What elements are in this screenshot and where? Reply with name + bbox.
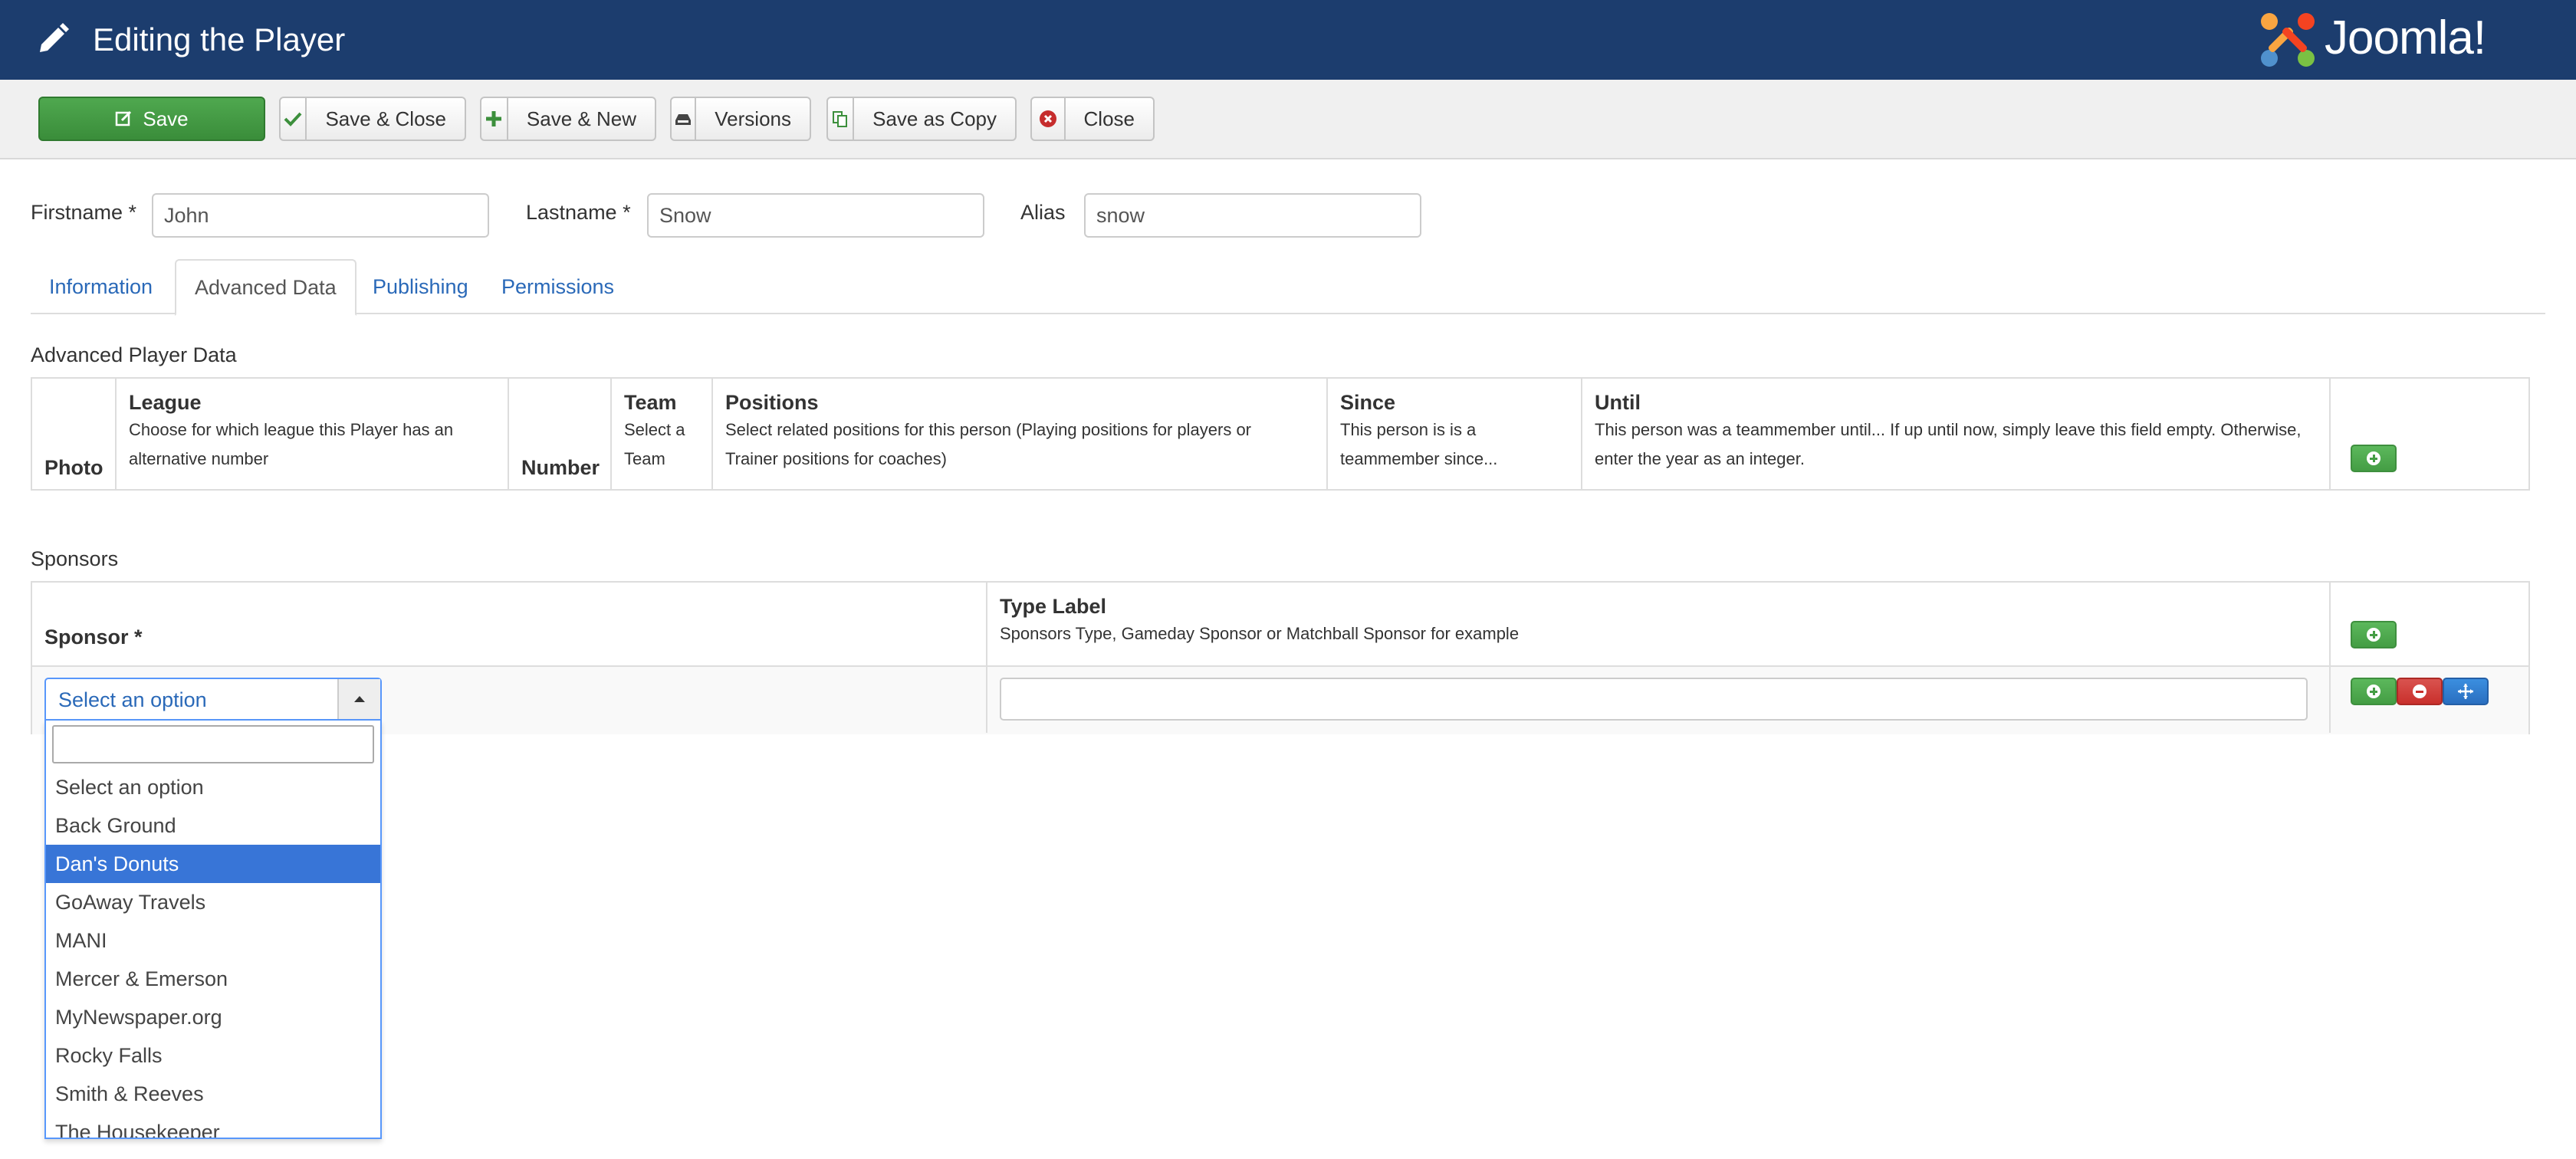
sponsor-option[interactable]: MyNewspaper.org [46,998,380,1036]
close-circle-icon [1032,98,1066,140]
sponsor-option[interactable]: Mercer & Emerson [46,960,380,998]
edit-square-icon [116,110,132,126]
positions-column: Positions Select related positions for t… [713,379,1328,489]
sponsor-actions-column [2331,583,2528,733]
advanced-data-table: Photo League Choose for which league thi… [31,377,2530,491]
minus-circle-icon [2413,685,2426,698]
sponsor-dropdown: Select an option Back Ground Dan's Donut… [44,721,382,1139]
save-close-button[interactable]: Save & Close [279,97,466,141]
joomla-logo: Joomla! [2257,9,2541,71]
sponsor-option[interactable]: The Housekeeper [46,1113,380,1138]
tab-publishing[interactable]: Publishing [354,259,487,314]
copy-icon [828,98,855,140]
advanced-data-title: Advanced Player Data [31,343,237,366]
sponsor-select-value: Select an option [58,688,207,711]
plus-circle-icon [2367,628,2380,642]
archive-icon [672,98,697,140]
advanced-actions-column [2331,379,2528,489]
save-as-copy-button[interactable]: Save as Copy [826,97,1017,141]
sponsor-option-highlighted[interactable]: Dan's Donuts [46,845,380,883]
chevron-up-icon[interactable] [337,679,380,719]
tab-information[interactable]: Information [31,259,171,314]
alias-field[interactable]: snow [1084,193,1421,238]
alias-label: Alias [1020,201,1066,224]
remove-sponsor-row-button[interactable] [2397,678,2443,705]
sponsor-option[interactable]: GoAway Travels [46,883,380,921]
since-column: Since This person is is a teammember sin… [1328,379,1582,489]
add-sponsor-row-button[interactable] [2351,678,2397,705]
move-sponsor-row-button[interactable] [2443,678,2489,705]
league-column: League Choose for which league this Play… [117,379,509,489]
sponsor-option-list: Select an option Back Ground Dan's Donut… [46,768,380,1138]
until-column: Until This person was a teammember until… [1582,379,2331,489]
lastname-label: Lastname * [526,201,631,224]
add-advanced-row-button[interactable] [2351,445,2397,472]
team-column: Team Select a Team [612,379,713,489]
sponsor-option[interactable]: MANI [46,921,380,960]
plus-icon [481,98,508,140]
versions-button[interactable]: Versions [670,97,811,141]
add-sponsor-button[interactable] [2351,621,2397,648]
move-icon [2458,684,2473,699]
sponsor-select[interactable]: Select an option [44,678,382,721]
plus-circle-icon [2367,451,2380,465]
sponsor-option[interactable]: Select an option [46,768,380,806]
tab-bar: Information Advanced Data Publishing Per… [31,259,2545,316]
number-column: Number [509,379,612,489]
firstname-label: Firstname * [31,201,137,224]
sponsor-option[interactable]: Smith & Reeves [46,1075,380,1113]
pencil-icon [40,23,69,52]
tab-permissions[interactable]: Permissions [483,259,632,314]
close-button[interactable]: Close [1030,97,1155,141]
firstname-field[interactable]: John [152,193,489,238]
tab-advanced-data[interactable]: Advanced Data [175,259,356,316]
lastname-field[interactable]: Snow [647,193,984,238]
sponsor-search-input[interactable] [52,725,374,763]
page-title: Editing the Player [93,21,346,57]
sponsor-option[interactable]: Back Ground [46,806,380,845]
header-bar: Editing the Player Joomla! [0,0,2576,80]
plus-circle-icon [2367,685,2380,698]
photo-column: Photo [32,379,117,489]
joomla-logo-icon [2261,13,2315,67]
sponsors-title: Sponsors [31,547,119,570]
checkmark-icon [281,98,307,140]
joomla-logo-text: Joomla! [2325,11,2486,64]
save-button[interactable]: Save [38,97,265,141]
type-label-input[interactable] [1000,678,2308,721]
toolbar: Save Save & Close Save & New Versions Sa… [0,80,2576,159]
sponsor-option[interactable]: Rocky Falls [46,1036,380,1075]
save-new-button[interactable]: Save & New [480,97,656,141]
